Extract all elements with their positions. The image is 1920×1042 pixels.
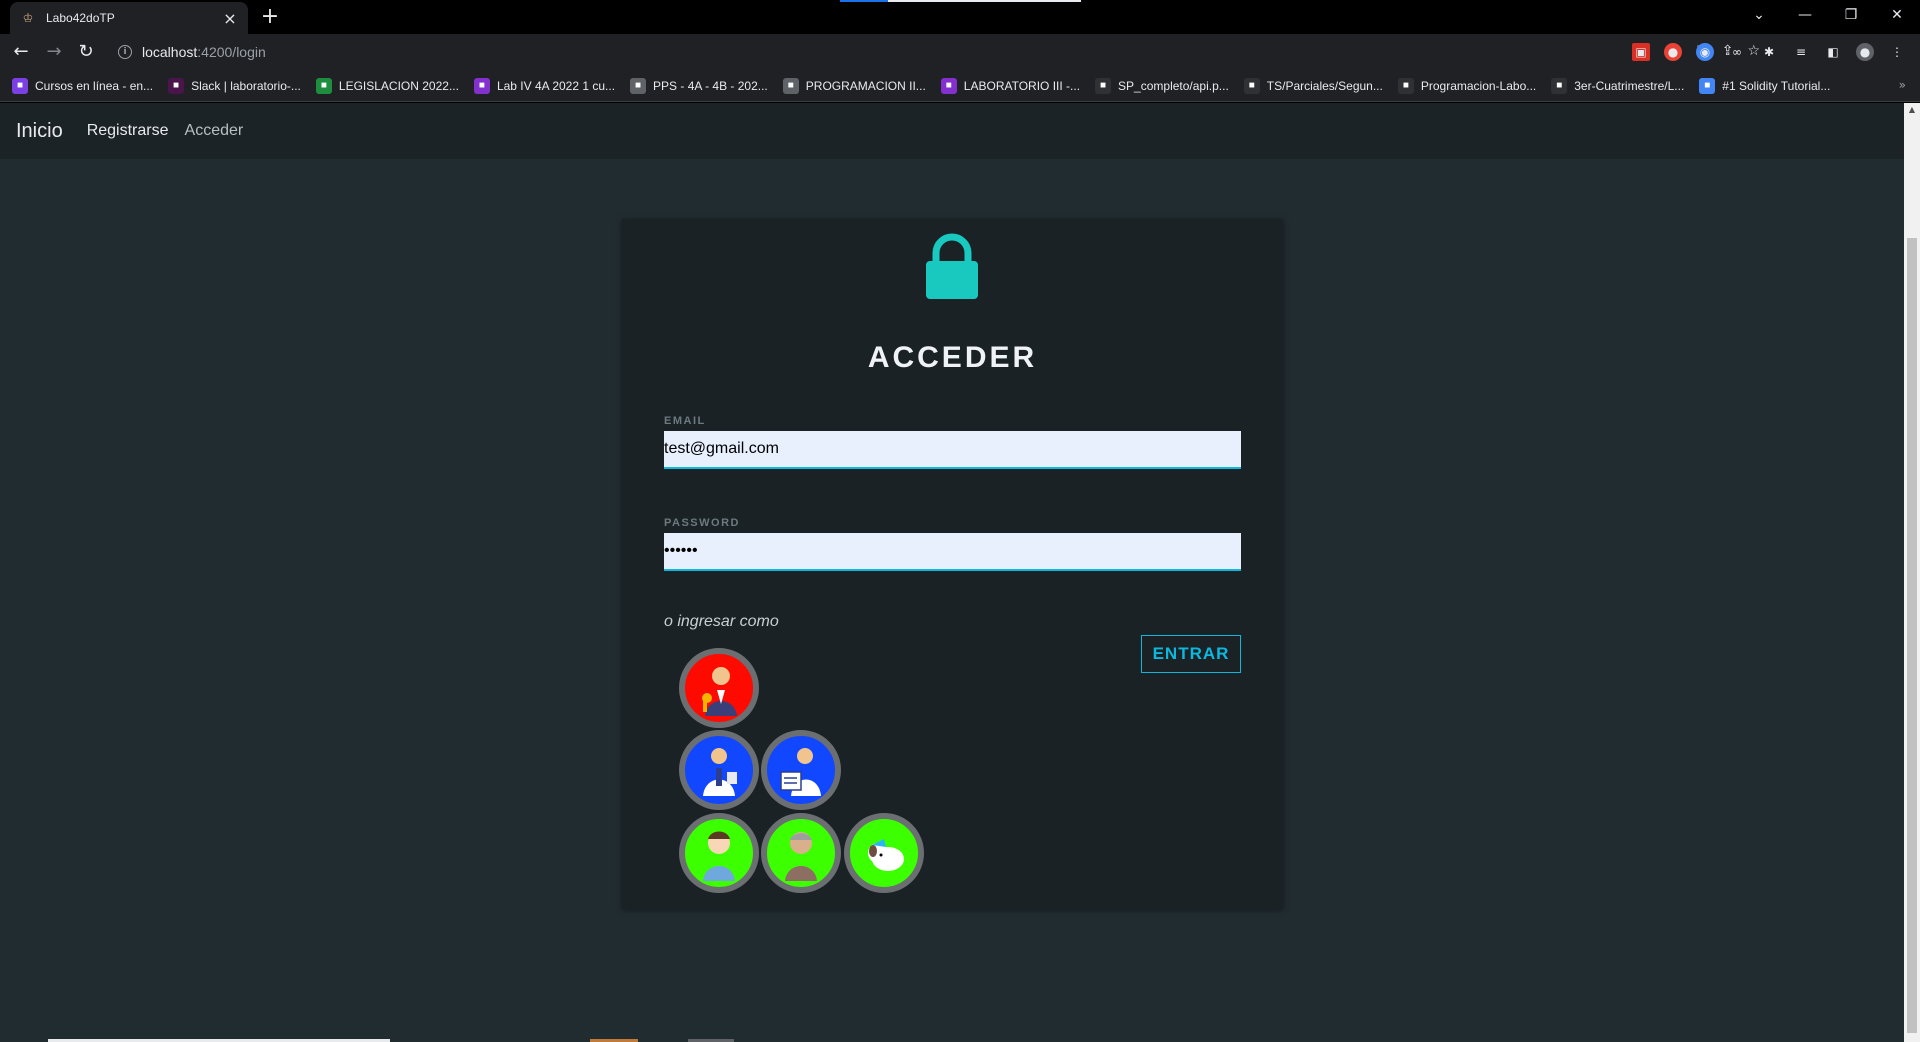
tab-title: Labo42doTP	[46, 11, 115, 25]
bookmark-favicon-icon: ■	[782, 77, 799, 94]
reading-list-icon[interactable]: ≡	[1792, 43, 1810, 61]
bookmark-item[interactable]: ■ LABORATORIO III -...	[940, 77, 1081, 94]
new-tab-button[interactable]: +	[258, 6, 282, 30]
nav-brand-inicio[interactable]: Inicio	[16, 120, 63, 143]
scroll-up-icon[interactable]: ▲	[1904, 105, 1920, 119]
bookmark-label: Slack | laboratorio-...	[191, 78, 301, 93]
bookmark-favicon-icon: ■	[630, 77, 647, 94]
entrar-button[interactable]: ENTRAR	[1141, 635, 1241, 673]
page-content: Inicio Registrarse Acceder ACCEDER EMAIL…	[0, 103, 1904, 1042]
site-info-icon[interactable]: i	[118, 45, 132, 59]
bookmark-item[interactable]: ■ SP_completo/api.p...	[1095, 77, 1229, 94]
reload-icon[interactable]: ↻	[74, 41, 98, 65]
quick-login-admin[interactable]	[679, 648, 759, 728]
restore-button[interactable]: ❐	[1828, 0, 1874, 30]
bookmarks-overflow-icon[interactable]: »	[1899, 78, 1906, 92]
bookmarks-bar: ■ Cursos en línea - en... ■ Slack | laborat…	[0, 70, 1920, 102]
doctor-avatar-icon	[780, 748, 821, 796]
profile-avatar-icon[interactable]: ●	[1856, 43, 1874, 61]
bookmark-favicon-icon: ■	[168, 77, 185, 94]
bookmark-favicon-icon: ■	[12, 77, 28, 94]
loading-indicator-track	[888, 0, 1081, 2]
patient-avatar-icon	[703, 831, 735, 881]
extension-red-icon[interactable]: ●	[1664, 43, 1682, 61]
extension-pdf-icon[interactable]: ▣	[1632, 43, 1650, 61]
quick-login-specialist-2[interactable]	[761, 730, 841, 810]
extension-blue-icon[interactable]: ◉	[1696, 43, 1714, 61]
side-panel-icon[interactable]: ◧	[1824, 43, 1842, 61]
email-label: EMAIL	[664, 415, 706, 427]
bookmark-item[interactable]: ■ 3er-Cuatrimestre/L...	[1551, 77, 1685, 94]
bookmark-favicon-icon: ■	[1397, 77, 1414, 94]
bookmark-favicon-icon: ■	[1243, 77, 1260, 94]
bookmark-item[interactable]: ■ TS/Parciales/Segun...	[1243, 77, 1383, 94]
patient-avatar-icon	[785, 832, 817, 881]
admin-avatar-icon	[702, 667, 737, 716]
scrollbar-thumb[interactable]	[1907, 238, 1917, 1033]
patient-avatar-icon	[868, 839, 904, 871]
forward-icon[interactable]: →	[42, 41, 66, 65]
doctor-avatar-icon	[703, 748, 737, 796]
tab-favicon-icon: ♔	[22, 11, 34, 25]
bookmark-favicon-icon: ■	[1551, 77, 1568, 94]
bookmark-item[interactable]: ■ Cursos en línea - en...	[12, 77, 154, 94]
bookmark-label: SP_completo/api.p...	[1118, 78, 1229, 93]
url-path: :4200/login	[197, 44, 266, 60]
quick-login-patient-2[interactable]	[761, 813, 841, 893]
bookmark-label: PPS - 4A - 4B - 202...	[653, 78, 768, 93]
browser-toolbar: ← → ↻ i localhost:4200/login ⚿ ⇪ ☆ ▣ ● ◉…	[0, 34, 1920, 70]
bookmark-label: #1 Solidity Tutorial...	[1722, 78, 1831, 93]
bookmark-label: Lab IV 4A 2022 1 cu...	[496, 78, 616, 93]
nav-link-acceder[interactable]: Acceder	[185, 122, 244, 140]
bookmark-label: Programacion-Labo...	[1420, 78, 1537, 93]
bookmark-item[interactable]: ■ Slack | laboratorio-...	[168, 77, 301, 94]
bookmark-label: TS/Parciales/Segun...	[1266, 78, 1383, 93]
password-field[interactable]	[664, 533, 1241, 571]
bookmark-label: LEGISLACION 2022...	[338, 78, 459, 93]
quick-login-patient-3[interactable]	[844, 813, 924, 893]
tab-close-icon[interactable]: ×	[222, 9, 238, 28]
email-field[interactable]	[664, 431, 1241, 469]
bookmark-label: LABORATORIO III -...	[963, 78, 1081, 93]
bookmark-favicon-icon: ■	[1699, 77, 1716, 94]
bookmark-item[interactable]: ■ LEGISLACION 2022...	[315, 77, 459, 94]
nav-link-registrarse[interactable]: Registrarse	[87, 122, 169, 140]
lock-icon	[926, 233, 978, 299]
browser-tabstrip: ♔ Labo42doTP × + ⌄ — ❐ ✕	[0, 0, 1920, 34]
login-card: ACCEDER EMAIL PASSWORD o ingresar como E…	[622, 219, 1283, 909]
login-title: ACCEDER	[867, 341, 1038, 374]
minimize-button[interactable]: —	[1782, 0, 1828, 30]
bookmark-item[interactable]: ■ Lab IV 4A 2022 1 cu...	[473, 77, 616, 94]
bookmark-item[interactable]: ■ #1 Solidity Tutorial...	[1699, 77, 1831, 94]
back-icon[interactable]: ←	[9, 41, 33, 65]
loading-indicator	[840, 0, 888, 2]
bookmark-favicon-icon: ■	[1095, 77, 1112, 94]
bookmark-star-icon[interactable]: ☆	[1747, 43, 1760, 59]
bookmark-item[interactable]: ■ Programacion-Labo...	[1397, 77, 1537, 94]
bookmark-label: 3er-Cuatrimestre/L...	[1574, 78, 1685, 93]
quick-login-text: o ingresar como	[664, 613, 779, 630]
bookmark-item[interactable]: ■ PROGRAMACION II...	[782, 77, 926, 94]
quick-login-patient-1[interactable]	[679, 813, 759, 893]
extensions-puzzle-icon[interactable]: ✱	[1760, 43, 1778, 61]
bookmark-favicon-icon: ■	[473, 77, 490, 94]
bookmark-label: PROGRAMACION II...	[805, 78, 926, 93]
menu-dots-icon[interactable]: ⋮	[1888, 43, 1906, 61]
tab-search-icon[interactable]: ⌄	[1736, 0, 1782, 30]
bookmark-item[interactable]: ■ PPS - 4A - 4B - 202...	[630, 77, 768, 94]
bookmark-favicon-icon: ■	[940, 77, 957, 94]
password-label: PASSWORD	[664, 517, 740, 529]
bookmark-label: Cursos en línea - en...	[35, 78, 154, 93]
url-host: localhost	[142, 44, 198, 60]
bookmark-favicon-icon: ■	[315, 77, 332, 94]
browser-tab[interactable]: ♔ Labo42doTP ×	[10, 2, 248, 34]
close-window-button[interactable]: ✕	[1874, 0, 1920, 30]
page-scrollbar[interactable]: ▲	[1904, 103, 1920, 1042]
quick-login-specialist-1[interactable]	[679, 730, 759, 810]
address-bar[interactable]: i localhost:4200/login ⚿ ⇪ ☆	[108, 38, 1772, 66]
site-navbar: Inicio Registrarse Acceder	[0, 103, 1904, 159]
extension-glasses-icon[interactable]: ∞	[1728, 43, 1746, 61]
